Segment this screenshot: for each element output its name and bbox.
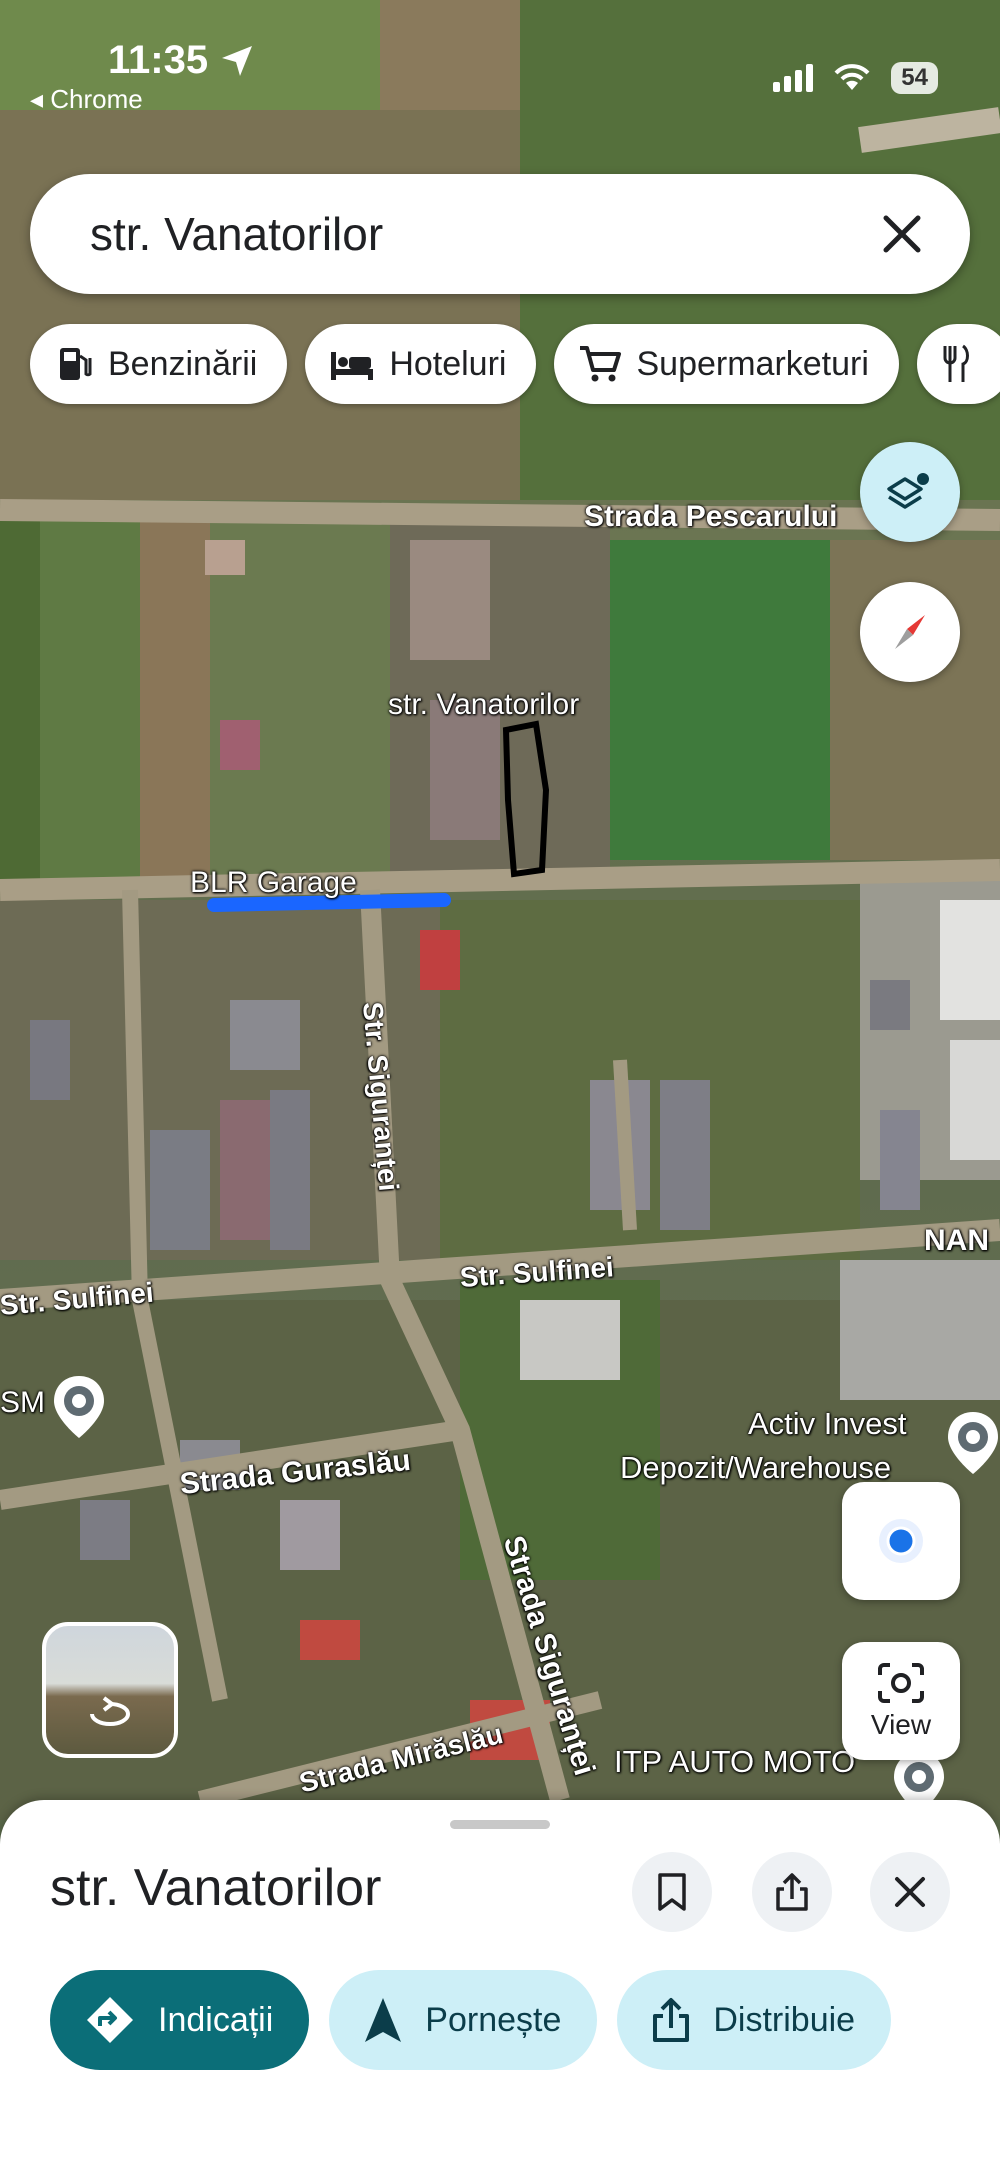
share-button[interactable] (752, 1852, 832, 1932)
map-pin-icon (54, 1376, 104, 1438)
label-strada-pescarului: Strada Pescarului (584, 500, 838, 533)
street-view-rotate-icon (90, 1696, 130, 1726)
compass-button[interactable] (860, 582, 960, 682)
close-icon (883, 215, 921, 253)
clear-search-button[interactable] (862, 194, 942, 274)
place-details-sheet[interactable]: str. Vanatorilor Indicații Pornește Dist… (0, 1800, 1000, 2175)
place-actions: Indicații Pornește Distribuie (50, 1970, 892, 2070)
chip-more-restaurants[interactable] (916, 324, 1000, 404)
search-input[interactable]: str. Vanatorilor (90, 207, 862, 261)
label-str-vanatorilor[interactable]: str. Vanatorilor (388, 688, 579, 722)
chip-benzinarii[interactable]: Benzinării (30, 324, 288, 404)
directions-button[interactable]: Indicații (50, 1970, 310, 2070)
battery-indicator: 54 (891, 62, 938, 94)
shopping-cart-icon (580, 346, 622, 382)
my-location-button[interactable] (842, 1482, 960, 1600)
navigation-arrow-icon (365, 1998, 402, 2042)
view-label: View (870, 1709, 932, 1740)
wifi-icon (834, 64, 870, 90)
share-icon (653, 1998, 690, 2042)
chip-label: Hoteluri (389, 344, 507, 383)
directions-label: Indicații (158, 2000, 274, 2039)
start-label: Pornește (425, 2000, 562, 2039)
layers-icon (887, 473, 929, 509)
label-itp-auto-moto[interactable]: ITP AUTO MOTO (614, 1744, 855, 1780)
cellular-signal-icon (773, 64, 814, 92)
category-chips: Benzinării Hoteluri Supermarketuri (30, 324, 1000, 404)
chip-hoteluri[interactable]: Hoteluri (305, 324, 537, 404)
compass-icon (895, 615, 925, 649)
directions-icon (87, 1997, 133, 2043)
layers-button[interactable] (860, 442, 960, 542)
gas-station-icon (60, 348, 92, 380)
start-navigation-button[interactable]: Pornește (329, 1970, 598, 2070)
bookmark-icon (658, 1873, 686, 1911)
chip-supermarketuri[interactable]: Supermarketuri (554, 324, 899, 404)
lens-view-button[interactable]: View (842, 1642, 960, 1760)
close-place-button[interactable] (870, 1852, 950, 1932)
label-sm[interactable]: SM (0, 1386, 45, 1420)
my-location-icon (879, 1519, 923, 1563)
chip-label: Supermarketuri (636, 344, 869, 383)
save-button[interactable] (632, 1852, 712, 1932)
location-arrow-icon (222, 46, 252, 76)
chip-label: Benzinării (108, 344, 258, 383)
label-nan: NAN (924, 1224, 989, 1257)
restaurant-icon (943, 344, 969, 382)
street-view-thumbnail[interactable] (42, 1622, 178, 1758)
share-icon (776, 1873, 808, 1911)
drag-handle[interactable] (450, 1820, 550, 1829)
place-title: str. Vanatorilor (50, 1859, 382, 1917)
camera-view-icon (878, 1663, 924, 1703)
share-action-button[interactable]: Distribuie (617, 1970, 892, 2070)
share-label: Distribuie (713, 2000, 856, 2039)
label-blr-garage[interactable]: BLR Garage (190, 866, 357, 900)
label-depozit-warehouse[interactable]: Depozit/Warehouse (620, 1450, 891, 1486)
search-bar[interactable]: str. Vanatorilor (30, 174, 970, 294)
status-time: 11:35 (108, 38, 209, 82)
status-indicators: 54 (773, 62, 938, 94)
hotel-bed-icon (331, 352, 374, 380)
map-pin-icon (948, 1412, 998, 1474)
back-to-chrome[interactable]: ◂ Chrome (30, 84, 143, 115)
label-activ-invest[interactable]: Activ Invest (748, 1406, 907, 1442)
close-icon (895, 1877, 925, 1907)
